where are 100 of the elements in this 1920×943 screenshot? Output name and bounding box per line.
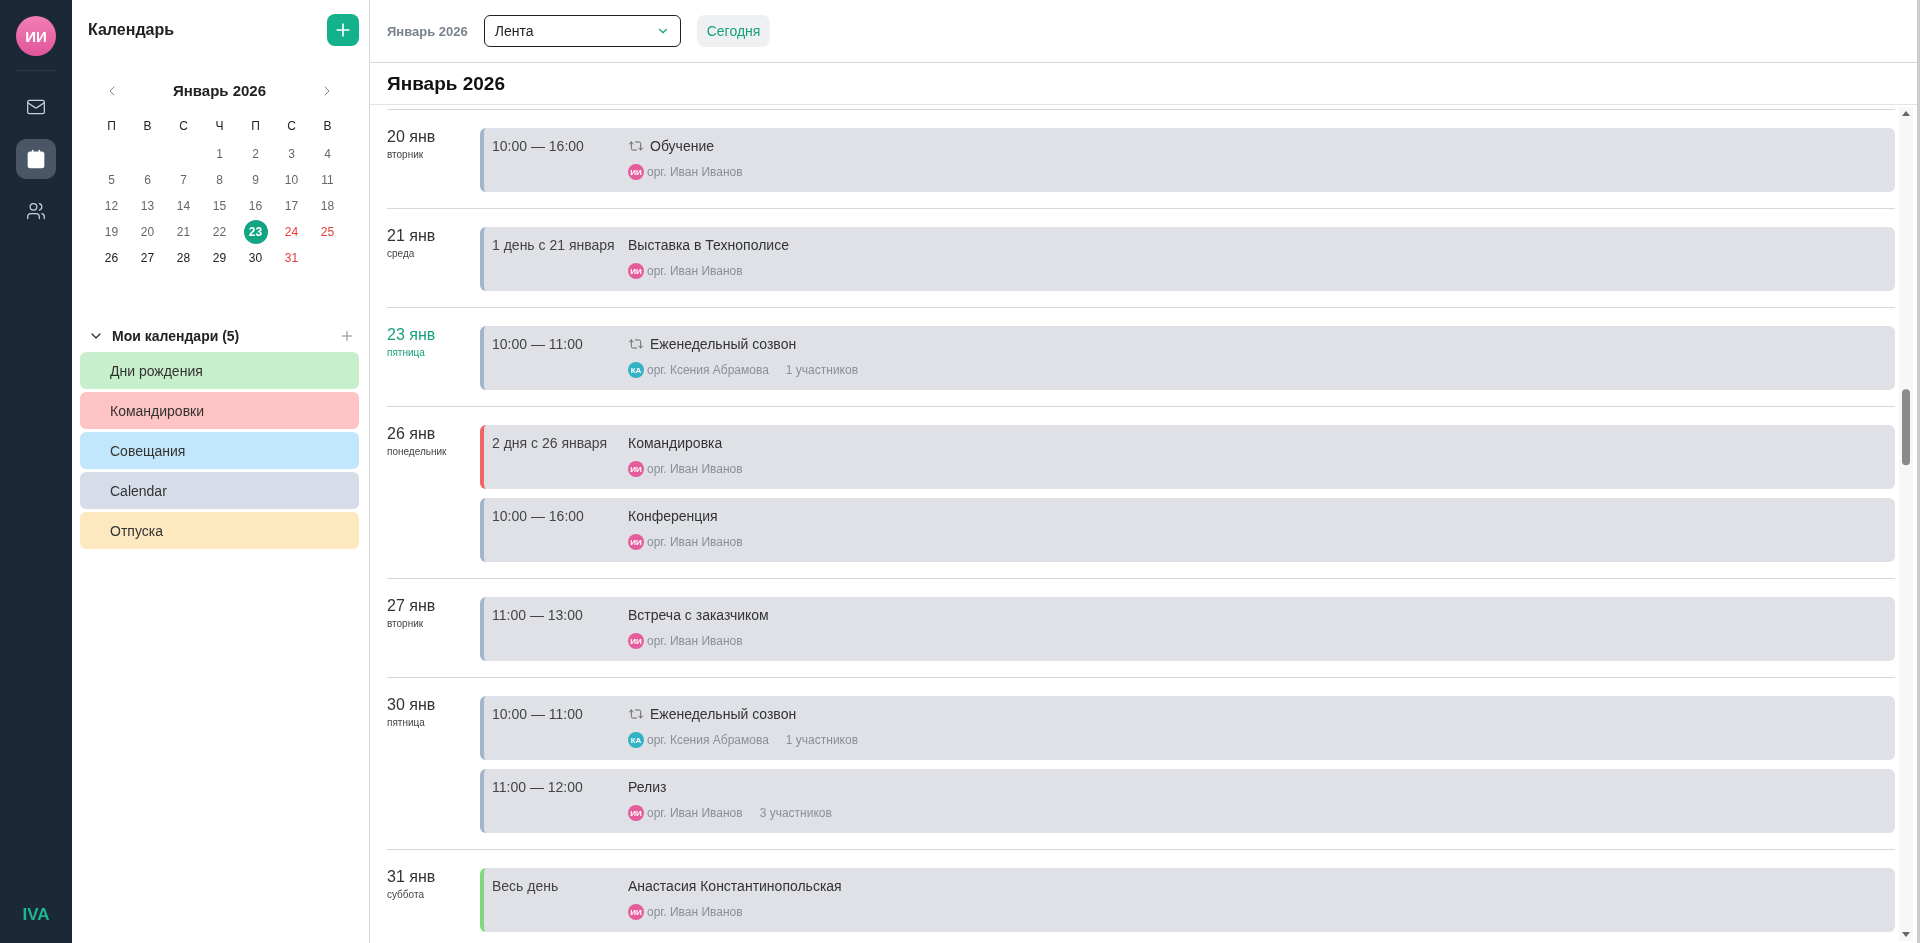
day-weekday: пятница (387, 717, 426, 728)
event-time: 10:00 — 16:00 (492, 138, 585, 156)
day-date: 26 янв (387, 425, 437, 443)
calendar-day[interactable]: 18 (320, 199, 335, 213)
calendar-icon (26, 149, 46, 169)
event-card[interactable]: 11:00 — 12:00 Релиз ИИ орг. Иван Иванов 3 участников (480, 769, 1895, 833)
weekday-label: В (142, 118, 153, 135)
organizer-avatar: ИИ (628, 805, 644, 821)
event-title: Встреча с заказчиком (628, 607, 769, 623)
event-title: Еженедельный созвон (650, 706, 797, 722)
organizer-name: орг. Ксения Абрамова (647, 363, 769, 377)
event-card[interactable]: 10:00 — 11:00 Еженедельный созвон КА орг. Ксения Абрамова 1 участников (480, 696, 1895, 760)
month-title: Январь 2026 (172, 82, 267, 99)
add-button[interactable] (327, 14, 359, 46)
calendar-day[interactable]: 14 (176, 199, 191, 213)
plus-icon (339, 328, 355, 344)
organizer-avatar: ИИ (628, 904, 644, 920)
calendar-day[interactable]: 12 (104, 199, 119, 213)
event-title: Конференция (628, 508, 718, 524)
day-date: 30 янв (387, 696, 437, 714)
calendar-day[interactable]: 21 (176, 225, 191, 239)
weekday-label: П (250, 118, 261, 135)
organizer-avatar: ИИ (628, 534, 644, 550)
event-card[interactable]: 10:00 — 11:00 Еженедельный созвон КА орг. Ксения Абрамова 1 участников (480, 326, 1895, 390)
calendar-day[interactable]: 27 (140, 251, 155, 265)
participants-count: 1 участников (785, 733, 859, 747)
calendar-day[interactable]: 19 (104, 225, 119, 239)
weekday-label: С (178, 118, 189, 135)
calendar-day[interactable]: 5 (108, 173, 115, 187)
mail-icon (26, 97, 46, 117)
nav-button[interactable] (16, 139, 56, 179)
event-title: Анастасия Константинопольская (628, 878, 842, 894)
calendar-item[interactable]: Совещания (80, 432, 359, 469)
day-date: 23 янв (387, 326, 437, 344)
organizer-avatar: ИИ (628, 461, 644, 477)
calendar-day[interactable]: 8 (216, 173, 223, 187)
sidebar-title: Календарь (88, 21, 175, 39)
day-date: 31 янв (387, 868, 437, 886)
calendar-day[interactable]: 7 (180, 173, 187, 187)
calendar-day[interactable]: 25 (320, 225, 335, 239)
event-time: 10:00 — 11:00 (492, 336, 584, 354)
organizer-name: орг. Иван Иванов (647, 905, 743, 919)
organizer-avatar: КА (628, 362, 644, 378)
organizer-name: орг. Ксения Абрамова (647, 733, 769, 747)
participants-count: 3 участников (759, 806, 832, 820)
calendar-day[interactable]: 24 (284, 225, 299, 239)
calendar-day[interactable]: 22 (212, 225, 227, 239)
calendar-day[interactable]: 2 (252, 147, 259, 161)
event-time: 1 день с 21 января (492, 237, 616, 255)
calendar-day[interactable]: 10 (284, 173, 299, 187)
organizer-avatar: ИИ (628, 263, 644, 279)
calendar-day[interactable]: 15 (212, 199, 227, 213)
calendar-day[interactable]: 16 (248, 199, 263, 213)
event-card[interactable]: 2 дня с 26 января Командировка ИИ орг. Иван Иванов (480, 425, 1895, 489)
day-weekday: вторник (387, 618, 425, 629)
feed-title: Январь 2026 (370, 63, 1917, 105)
event-card[interactable]: Весь день Анастасия Константинопольская ИИ орг. Иван Иванов (480, 868, 1895, 932)
calendar-day[interactable]: 11 (321, 173, 334, 187)
view-select[interactable]: Лента (483, 15, 681, 47)
calendar-item[interactable]: Отпуска (80, 512, 359, 549)
event-title: Обучение (650, 138, 715, 154)
organizer-name: орг. Иван Иванов (647, 634, 743, 648)
calendar-day[interactable]: 17 (284, 199, 299, 213)
organizer-name: орг. Иван Иванов (647, 165, 743, 179)
calendar-day[interactable]: 6 (144, 173, 151, 187)
weekday-label: П (106, 118, 117, 135)
weekday-label: С (286, 118, 297, 135)
calendar-item[interactable]: Calendar (80, 472, 359, 509)
event-card[interactable]: 10:00 — 16:00 Конференция ИИ орг. Иван Иванов (480, 498, 1895, 562)
calendar-day[interactable]: 1 (216, 147, 223, 161)
calendar-day[interactable]: 26 (104, 251, 119, 265)
calendar-day[interactable]: 30 (248, 251, 263, 265)
event-card[interactable]: 10:00 — 16:00 Обучение ИИ орг. Иван Иванов (480, 128, 1895, 192)
calendar-item[interactable]: Дни рождения (80, 352, 359, 389)
event-time: 10:00 — 11:00 (492, 706, 584, 724)
event-time: Весь день (492, 878, 560, 896)
organizer-name: орг. Иван Иванов (647, 462, 743, 476)
day-weekday: суббота (387, 889, 425, 900)
day-weekday: пятница (387, 347, 426, 358)
calendar-day[interactable]: 28 (176, 251, 191, 265)
day-date: 27 янв (387, 597, 437, 615)
calendar-day[interactable]: 4 (324, 147, 331, 161)
calendar-day[interactable]: 9 (252, 173, 259, 187)
event-card[interactable]: 1 день с 21 января Выставка в Технополисе ИИ орг. Иван Иванов (480, 227, 1895, 291)
calendar-day[interactable]: 29 (212, 251, 227, 265)
calendar-item[interactable]: Командировки (80, 392, 359, 429)
scrollbar-drawing[interactable] (1899, 107, 1913, 941)
day-weekday: среда (387, 248, 416, 259)
day-date: 20 янв (387, 128, 437, 146)
organizer-avatar: ИИ (628, 164, 644, 180)
calendar-day[interactable]: 20 (140, 225, 155, 239)
calendar-day[interactable]: 13 (140, 199, 155, 213)
event-time: 11:00 — 12:00 (492, 779, 584, 797)
calendar-day[interactable]: 3 (288, 147, 295, 161)
event-title: Командировка (628, 435, 723, 451)
event-title: Релиз (628, 779, 667, 795)
calendar-day[interactable]: 31 (284, 251, 299, 265)
weekday-label: В (322, 118, 333, 135)
organizer-name: орг. Иван Иванов (647, 264, 743, 278)
event-card[interactable]: 11:00 — 13:00 Встреча с заказчиком ИИ орг. Иван Иванов (480, 597, 1895, 661)
